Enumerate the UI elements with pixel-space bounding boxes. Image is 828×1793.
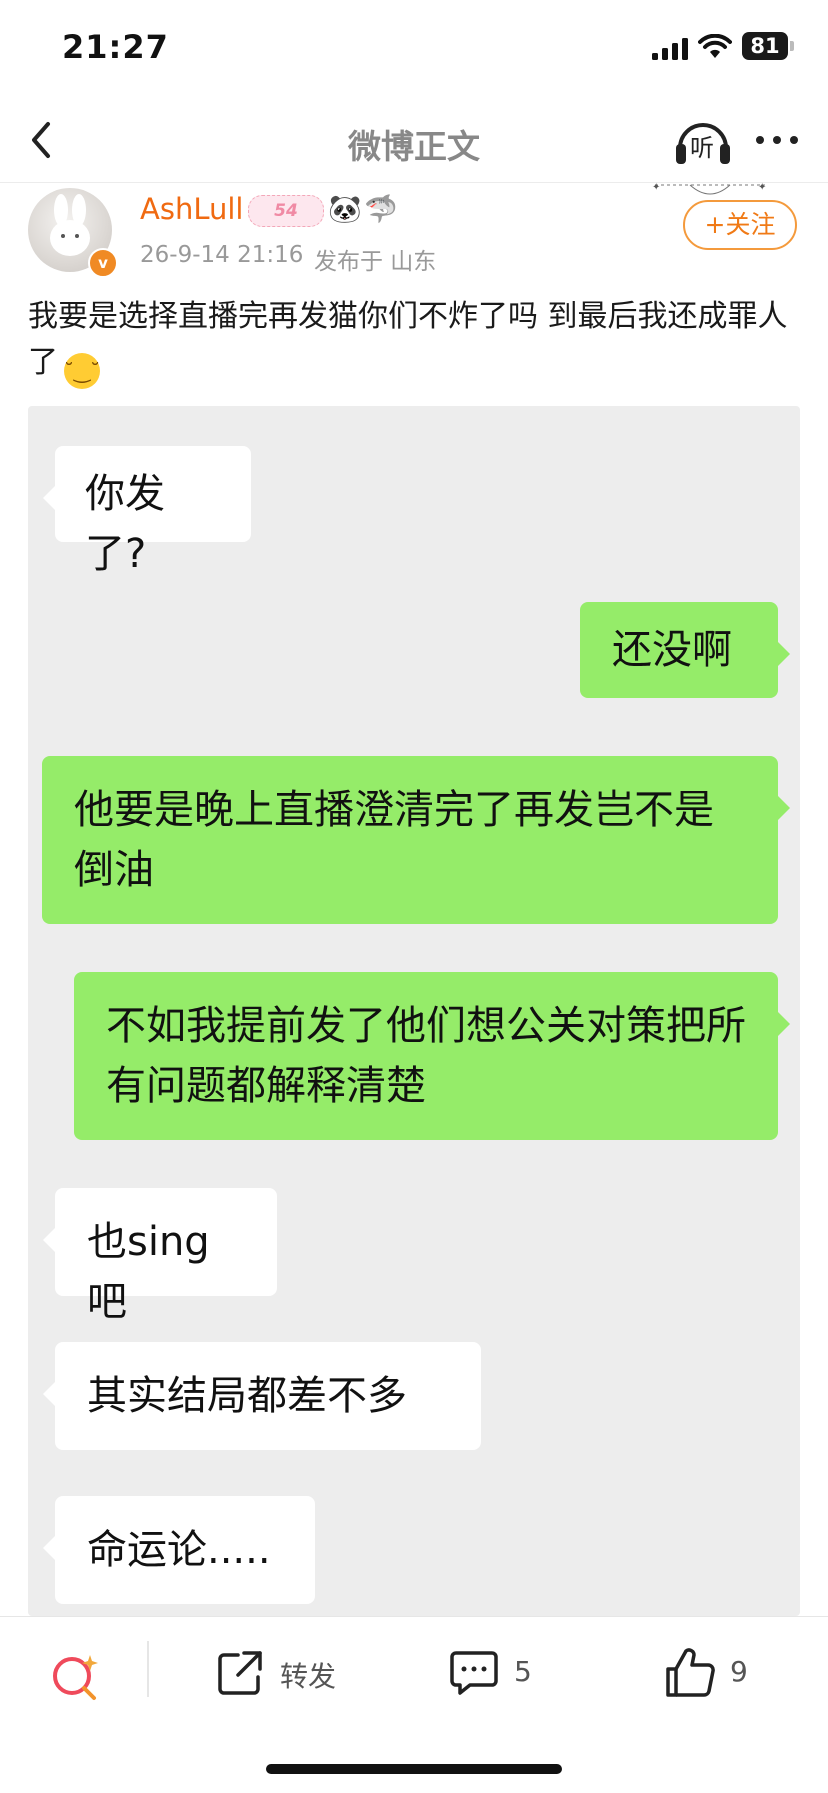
home-indicator xyxy=(266,1764,562,1774)
smirk-emoji-icon: ˘‿˘ xyxy=(64,353,100,389)
chat-message-text: 其实结局都差不多 xyxy=(87,1373,407,1419)
svg-text:✦: ✦ xyxy=(652,182,660,193)
chat-message-text: 不如我提前发了他们想公关对策把所有问题都解释清楚 xyxy=(106,1003,746,1109)
chat-message-text: 你发了? xyxy=(85,471,165,577)
svg-text:✦: ✦ xyxy=(758,182,766,193)
chat-message-text: 还没啊 xyxy=(612,627,732,673)
like-count: 9 xyxy=(730,1655,748,1688)
bar-divider xyxy=(147,1641,149,1697)
listen-label: 听 xyxy=(690,134,714,162)
post-text-body: 我要是选择直播完再发猫你们不炸了吗 到最后我还成罪人了 xyxy=(28,299,788,380)
battery-indicator: 81 xyxy=(742,32,788,60)
post-image[interactable]: 你发了? 还没啊 他要是晚上直播澄清完了再发岂不是倒油 不如我提前发了他们想公关… xyxy=(28,406,800,1616)
wifi-icon xyxy=(698,34,732,58)
panda-icon: 🐼 xyxy=(328,194,362,225)
chat-message-text: 命运论..... xyxy=(87,1527,271,1573)
signal-icon xyxy=(652,38,688,60)
verified-badge: v xyxy=(88,248,118,278)
post-text: 我要是选择直播完再发猫你们不炸了吗 到最后我还成罪人了 ˘‿˘ xyxy=(28,294,800,389)
repost-label: 转发 xyxy=(280,1660,337,1693)
shark-icon: 🦈 xyxy=(364,194,398,225)
listen-button[interactable]: 听 xyxy=(672,112,734,168)
repost-button[interactable]: 转发 xyxy=(216,1645,336,1701)
more-icon[interactable] xyxy=(752,122,802,158)
chat-message: 也sing吧 xyxy=(43,1188,277,1325)
chat-message: 还没啊 xyxy=(580,602,790,698)
level-badge: 54 xyxy=(248,195,324,227)
search-icon[interactable] xyxy=(48,1649,104,1705)
chat-message-text: 他要是晚上直播澄清完了再发岂不是倒油 xyxy=(74,787,714,893)
follow-button[interactable]: +关注 xyxy=(683,200,797,250)
author-name[interactable]: AshLull xyxy=(140,192,243,226)
chat-message: 其实结局都差不多 xyxy=(43,1342,481,1450)
like-button[interactable]: 9 xyxy=(664,1643,764,1703)
comment-count: 5 xyxy=(514,1655,532,1688)
chat-message-text: 也sing吧 xyxy=(87,1219,210,1325)
repost-icon xyxy=(218,1651,262,1695)
post-time: 26-9-14 21:16 xyxy=(140,242,304,268)
like-icon xyxy=(666,1648,715,1697)
status-time: 21:27 xyxy=(62,28,169,66)
comment-button[interactable]: 5 xyxy=(448,1645,548,1701)
comment-icon xyxy=(450,1651,498,1695)
post-location: 发布于 山东 xyxy=(314,249,437,275)
chat-message: 命运论..... xyxy=(43,1496,315,1604)
battery-tip xyxy=(790,41,794,51)
chat-message: 不如我提前发了他们想公关对策把所有问题都解释清楚 xyxy=(74,972,790,1140)
chat-message: 他要是晚上直播澄清完了再发岂不是倒油 xyxy=(42,756,790,924)
chat-message: 你发了? xyxy=(43,446,251,577)
